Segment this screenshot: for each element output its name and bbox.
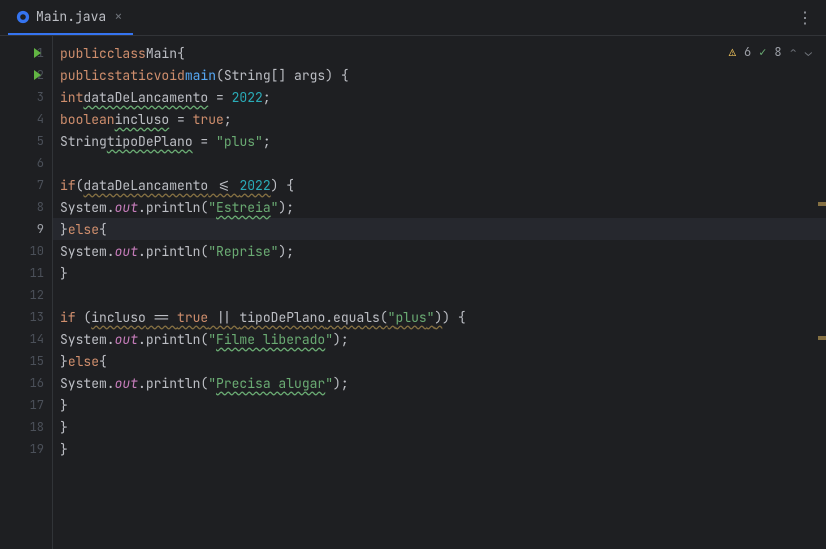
code-editor[interactable]: 1 2 3 4 5 6 7 8 9 10 11 12 13 14 15 16 1… [0, 36, 826, 549]
line-number: 15 [0, 350, 52, 372]
check-icon: ✓ [759, 44, 766, 60]
line-number: 18 [0, 416, 52, 438]
line-number: 1 [0, 42, 52, 64]
chevron-down-icon[interactable]: ⌄ [805, 44, 812, 60]
code-line: boolean incluso = true; [52, 108, 826, 130]
code-line: if (incluso == true || tipoDePlano.equal… [52, 306, 826, 328]
error-stripe-marker[interactable] [818, 202, 826, 206]
line-number: 8 [0, 196, 52, 218]
tab-label: Main.java [36, 8, 106, 25]
close-icon[interactable]: × [112, 8, 124, 26]
code-line: public class Main { [52, 42, 826, 64]
code-line: System.out.println("Precisa alugar"); [52, 372, 826, 394]
code-line: System.out.println("Estreia"); [52, 196, 826, 218]
line-number: 6 [0, 152, 52, 174]
tab-main-java[interactable]: Main.java × [8, 1, 133, 35]
line-number: 16 [0, 372, 52, 394]
kebab-menu-icon[interactable]: ⋮ [793, 3, 818, 32]
run-gutter-icon[interactable] [34, 48, 41, 58]
line-number: 13 [0, 306, 52, 328]
code-area[interactable]: ⚠ 6 ✓ 8 ⌃ ⌄ public class Main { public sta… [52, 36, 826, 549]
line-number: 4 [0, 108, 52, 130]
code-line: } [52, 416, 826, 438]
line-number: 7 [0, 174, 52, 196]
inspection-status[interactable]: ⚠ 6 ✓ 8 ⌃ ⌄ [725, 42, 816, 62]
code-line: } [52, 262, 826, 284]
line-number: 19 [0, 438, 52, 460]
code-line: } [52, 394, 826, 416]
line-number: 3 [0, 86, 52, 108]
code-line: System.out.println("Filme liberado"); [52, 328, 826, 350]
gutter: 1 2 3 4 5 6 7 8 9 10 11 12 13 14 15 16 1… [0, 36, 52, 549]
warning-icon: ⚠ [729, 44, 736, 60]
line-number: 10 [0, 240, 52, 262]
line-number: 2 [0, 64, 52, 86]
warning-count: 6 [744, 44, 751, 60]
run-gutter-icon[interactable] [34, 70, 41, 80]
code-line [52, 284, 826, 306]
code-line: String tipoDePlano = "plus"; [52, 130, 826, 152]
line-number: 14 [0, 328, 52, 350]
typo-count: 8 [774, 44, 781, 60]
code-line: if(dataDeLancamento <= 2022) { [52, 174, 826, 196]
code-line: } [52, 438, 826, 460]
line-number: 17 [0, 394, 52, 416]
code-line: int dataDeLancamento = 2022; [52, 86, 826, 108]
tab-bar: Main.java × ⋮ [0, 0, 826, 36]
code-line: System.out.println("Reprise"); [52, 240, 826, 262]
code-line: } else { [52, 218, 826, 240]
code-line [52, 152, 826, 174]
error-stripe-marker[interactable] [818, 336, 826, 340]
chevron-up-icon[interactable]: ⌃ [790, 44, 797, 60]
java-file-icon [16, 10, 30, 24]
line-number: 5 [0, 130, 52, 152]
line-number: 11 [0, 262, 52, 284]
code-line: } else { [52, 350, 826, 372]
line-number: 9 [0, 218, 52, 240]
line-number: 12 [0, 284, 52, 306]
code-line: public static void main(String[] args) { [52, 64, 826, 86]
